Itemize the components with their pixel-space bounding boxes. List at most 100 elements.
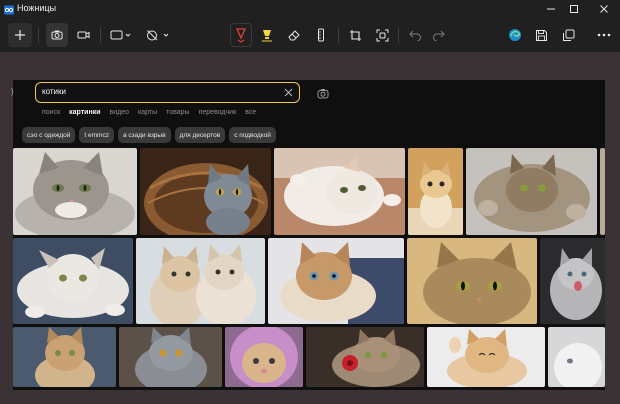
- image-search-button[interactable]: [316, 86, 330, 100]
- suggestion-chip[interactable]: для десертов: [174, 127, 226, 143]
- eraser-tool-button[interactable]: [283, 23, 305, 47]
- tab-images[interactable]: картинки: [69, 109, 100, 116]
- kitten-with-red-flower-image: [306, 327, 424, 387]
- video-mode-button[interactable]: [72, 23, 94, 47]
- screenshot-mode-button[interactable]: [46, 23, 68, 47]
- toolbar-divider: [100, 27, 101, 43]
- maximize-icon: [570, 5, 578, 13]
- image-result[interactable]: [466, 148, 597, 235]
- ruler-tool-button[interactable]: [310, 23, 332, 47]
- tabby-kitten-on-back-image: [466, 148, 597, 235]
- image-result[interactable]: [225, 327, 303, 387]
- image-result[interactable]: [13, 238, 133, 324]
- crop-icon: [349, 29, 361, 41]
- pen-tool-button[interactable]: [230, 23, 252, 47]
- save-button[interactable]: [530, 23, 552, 47]
- suggestion-chip[interactable]: сэо с одеждой: [22, 127, 76, 143]
- camera-icon: [51, 30, 63, 40]
- image-result[interactable]: [119, 327, 222, 387]
- camera-search-icon: [317, 88, 329, 98]
- video-icon: [77, 31, 89, 39]
- maximize-button[interactable]: [560, 0, 588, 18]
- undo-icon: [408, 30, 421, 41]
- white-kitten-on-back-image: [274, 148, 405, 235]
- grey-british-kitten-image: [119, 327, 222, 387]
- fluffy-ginger-kitten-image: [268, 238, 404, 324]
- close-button[interactable]: [590, 0, 618, 18]
- redo-icon: [432, 30, 445, 41]
- toolbar-divider: [38, 27, 39, 43]
- rectangle-select-icon: [110, 30, 131, 40]
- more-options-button[interactable]: [593, 23, 615, 47]
- pen-icon: [235, 28, 247, 43]
- copy-button[interactable]: [557, 23, 579, 47]
- tabby-kitten-closeup-image: [407, 238, 537, 324]
- text-actions-icon: [376, 29, 388, 41]
- toolbar-divider: [398, 27, 399, 43]
- close-icon: [284, 88, 292, 96]
- image-result[interactable]: [306, 327, 424, 387]
- image-result[interactable]: [427, 327, 545, 387]
- window-title: Ножницы: [17, 3, 57, 13]
- tab-all[interactable]: все: [245, 109, 256, 116]
- search-query-text: котики: [42, 87, 66, 96]
- snipping-tool-app-icon: [3, 3, 15, 15]
- image-result[interactable]: [268, 238, 404, 324]
- title-bar: Ножницы: [0, 0, 620, 18]
- ginger-kitten-sitting-2-image: [13, 327, 116, 387]
- plus-icon: [15, 30, 25, 40]
- edge-browser-icon: [509, 29, 521, 41]
- copy-icon: [562, 29, 574, 41]
- kitten-in-pink-hood-image: [225, 327, 303, 387]
- image-result[interactable]: [140, 148, 271, 235]
- ruler-icon: [318, 28, 324, 42]
- toolbar: [0, 18, 620, 52]
- new-snip-button[interactable]: [8, 23, 32, 47]
- two-cream-kittens-image: [136, 238, 265, 324]
- tab-video[interactable]: видео: [110, 109, 130, 116]
- tab-translator[interactable]: переводчик: [199, 109, 237, 116]
- minimize-icon: [547, 8, 555, 10]
- snip-shape-dropdown[interactable]: [108, 23, 134, 47]
- search-input[interactable]: котики: [35, 82, 300, 103]
- grey-tabby-kitten-image: [13, 148, 137, 235]
- white-kitten-partial-image: [548, 327, 605, 387]
- image-result[interactable]: [548, 327, 605, 387]
- image-result[interactable]: [13, 148, 137, 235]
- query-suggestions: сэо с одеждой t emmcz а сзади взрыв для …: [22, 127, 276, 143]
- ginger-kitten-sitting-image: [408, 148, 463, 235]
- undo-button[interactable]: [404, 23, 426, 47]
- kitten-in-basket-image: [140, 148, 271, 235]
- suggestion-chip[interactable]: с подводкой: [229, 127, 276, 143]
- suggestion-chip[interactable]: t emmcz: [79, 127, 114, 143]
- clear-search-button[interactable]: [282, 86, 294, 98]
- text-actions-button[interactable]: [371, 23, 393, 47]
- toolbar-divider: [338, 27, 339, 43]
- suggestion-chip[interactable]: а сзади взрыв: [117, 127, 171, 143]
- crop-button[interactable]: [344, 23, 366, 47]
- close-icon: [600, 5, 608, 13]
- more-icon: [597, 33, 611, 37]
- highlighter-tool-button[interactable]: [256, 23, 278, 47]
- edit-in-edge-button[interactable]: [504, 23, 526, 47]
- white-kitten-lying-image: [13, 238, 133, 324]
- image-result[interactable]: [540, 238, 605, 324]
- image-result[interactable]: [136, 238, 265, 324]
- highlighter-icon: [262, 30, 272, 42]
- cropped-edge-mark: ): [11, 87, 14, 96]
- tab-search[interactable]: поиск: [42, 109, 60, 116]
- redo-button[interactable]: [427, 23, 449, 47]
- eraser-icon: [288, 30, 300, 41]
- timer-off-icon: [147, 30, 169, 41]
- image-result[interactable]: [407, 238, 537, 324]
- image-result[interactable]: [13, 327, 116, 387]
- tab-maps[interactable]: карты: [138, 109, 157, 116]
- ginger-kitten-stretching-image: [427, 327, 545, 387]
- image-result[interactable]: [600, 148, 605, 235]
- image-result[interactable]: [408, 148, 463, 235]
- save-icon: [535, 29, 547, 41]
- image-result[interactable]: [274, 148, 405, 235]
- delay-dropdown[interactable]: [144, 23, 172, 47]
- partial-kitten-image: [600, 148, 605, 235]
- tab-products[interactable]: товары: [166, 109, 189, 116]
